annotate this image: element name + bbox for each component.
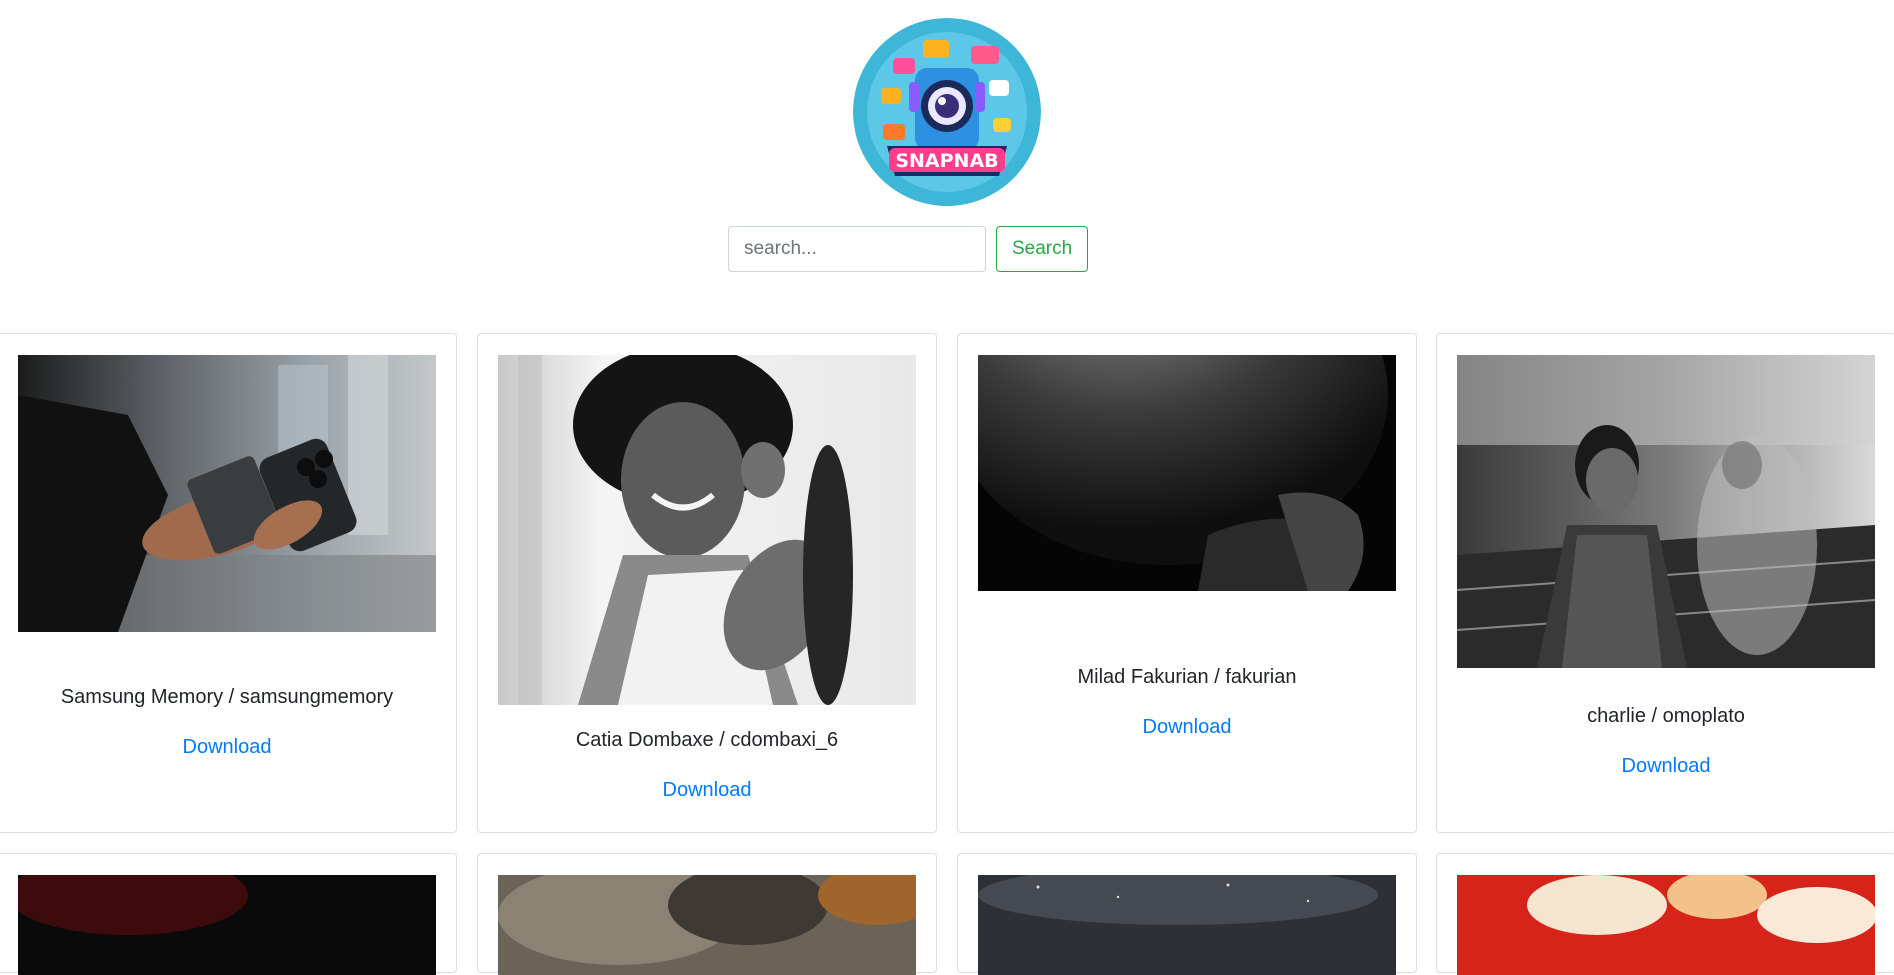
snapnab-logo: SNAPNAB — [853, 18, 1041, 206]
photo-author: charlie / omoplato — [1587, 705, 1745, 727]
photo-image[interactable] — [18, 875, 436, 975]
photo-card: Samsung Memory / samsungmemory Download — [0, 333, 457, 833]
logo-text: SNAPNAB — [895, 150, 998, 172]
download-link[interactable]: Download — [478, 779, 936, 802]
photo-image[interactable] — [1457, 875, 1875, 975]
photo-image[interactable] — [978, 355, 1396, 591]
photo-card — [0, 853, 457, 975]
photo-author: Milad Fakurian / fakurian — [1077, 666, 1297, 688]
photo-image[interactable] — [498, 355, 916, 705]
download-link[interactable]: Download — [958, 716, 1416, 739]
download-link[interactable]: Download — [0, 736, 456, 759]
photo-card — [1436, 853, 1894, 975]
search-bar: Search — [728, 226, 1089, 272]
photo-card — [957, 853, 1417, 975]
photo-card: Milad Fakurian / fakurian Download — [957, 333, 1417, 833]
search-button[interactable]: Search — [996, 226, 1089, 272]
photo-image[interactable] — [498, 875, 916, 975]
photo-card: charlie / omoplato Download — [1436, 333, 1894, 833]
photo-author: Catia Dombaxe / cdombaxi_6 — [575, 729, 839, 751]
photo-card — [477, 853, 937, 975]
photo-author: Samsung Memory / samsungmemory — [60, 686, 394, 708]
photo-image[interactable] — [18, 355, 436, 632]
search-input[interactable] — [728, 226, 986, 272]
download-link[interactable]: Download — [1437, 755, 1894, 778]
photo-card: Catia Dombaxe / cdombaxi_6 Download — [477, 333, 937, 833]
photo-image[interactable] — [1457, 355, 1875, 668]
photo-image[interactable] — [978, 875, 1396, 975]
